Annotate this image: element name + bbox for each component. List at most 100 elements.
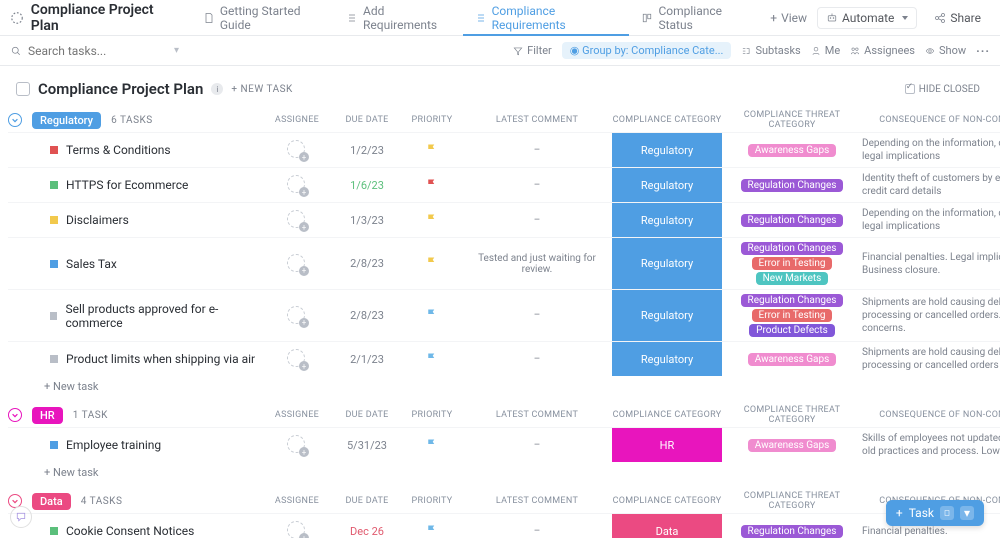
task-row[interactable]: Product limits when shipping via air+2/1… — [8, 341, 1000, 376]
threat-cell[interactable]: Regulation Changes — [722, 175, 862, 196]
threat-cell[interactable]: Regulation Changes — [722, 210, 862, 231]
status-square[interactable] — [50, 260, 58, 268]
tab-getting-started-guide[interactable]: Getting Started Guide — [191, 0, 334, 35]
threat-cell[interactable]: Awareness Gaps — [722, 140, 862, 161]
col-header[interactable]: COMPLIANCE CATEGORY — [612, 410, 722, 420]
col-header[interactable]: CONSEQUENCE OF NON-COMPLIANCE — [862, 115, 1000, 125]
assignee-add[interactable]: + — [287, 254, 307, 274]
share-button[interactable]: Share — [925, 7, 990, 29]
task-row[interactable]: HTTPS for Ecommerce+1/6/23–RegulatoryReg… — [8, 167, 1000, 202]
threat-cell[interactable]: Awareness Gaps — [722, 349, 862, 370]
task-row[interactable]: Terms & Conditions+1/2/23–RegulatoryAwar… — [8, 132, 1000, 167]
new-task-row[interactable]: + New task — [8, 462, 1000, 483]
subtasks-button[interactable]: Subtasks — [741, 44, 800, 57]
help-chat-button[interactable] — [10, 506, 32, 528]
priority-flag[interactable] — [402, 308, 462, 323]
collapse-icon[interactable] — [8, 113, 22, 127]
show-button[interactable]: Show — [925, 44, 966, 57]
add-view-button[interactable]: + View — [760, 11, 817, 25]
info-icon[interactable]: i — [211, 83, 223, 95]
assignees-button[interactable]: Assignees — [850, 44, 915, 57]
col-header[interactable]: ASSIGNEE — [262, 496, 332, 506]
group-pill[interactable]: Data — [32, 493, 71, 510]
due-date[interactable]: 2/8/23 — [332, 257, 402, 270]
assignee-add[interactable]: + — [287, 349, 307, 369]
threat-cell[interactable]: Regulation Changes — [722, 521, 862, 538]
threat-cell[interactable]: Regulation ChangesError in TestingProduc… — [722, 290, 862, 341]
groupby-button[interactable]: ◉ Group by: Compliance Cate... — [562, 42, 732, 59]
tab-compliance-status[interactable]: Compliance Status — [629, 0, 760, 35]
assignee-add[interactable]: + — [287, 210, 307, 230]
task-row[interactable]: Sales Tax+2/8/23Tested and just waiting … — [8, 237, 1000, 289]
col-header[interactable]: COMPLIANCE THREAT CATEGORY — [722, 405, 862, 425]
threat-cell[interactable]: Awareness Gaps — [722, 435, 862, 456]
threat-cell[interactable]: Regulation ChangesError in TestingNew Ma… — [722, 238, 862, 289]
chevron-down-icon[interactable]: ▾ — [174, 45, 179, 56]
chevron-down-icon[interactable]: ▾ — [960, 506, 974, 520]
tab-add-requirements[interactable]: Add Requirements — [334, 0, 463, 35]
status-square[interactable] — [50, 355, 58, 363]
due-date[interactable]: 1/3/23 — [332, 214, 402, 227]
search-input[interactable] — [28, 44, 208, 58]
due-date[interactable]: 2/1/23 — [332, 353, 402, 366]
new-task-row[interactable]: + New task — [8, 376, 1000, 397]
assignee-add[interactable]: + — [287, 435, 307, 455]
new-task-top[interactable]: + NEW TASK — [231, 84, 292, 95]
assignee-add[interactable]: + — [287, 521, 307, 538]
col-header[interactable]: LATEST COMMENT — [462, 115, 612, 125]
task-row[interactable]: Employee training+5/31/23–HRAwareness Ga… — [8, 427, 1000, 462]
status-square[interactable] — [50, 527, 58, 535]
col-header[interactable]: DUE DATE — [332, 410, 402, 420]
category-badge[interactable]: Regulatory — [612, 203, 722, 237]
tab-compliance-requirements[interactable]: Compliance Requirements — [463, 0, 630, 35]
status-square[interactable] — [50, 146, 58, 154]
category-badge[interactable]: Regulatory — [612, 168, 722, 202]
assignee-add[interactable]: + — [287, 306, 307, 326]
priority-flag[interactable] — [402, 143, 462, 158]
col-header[interactable]: DUE DATE — [332, 496, 402, 506]
col-header[interactable]: CONSEQUENCE OF NON-COMPLIANCE — [862, 410, 1000, 420]
assignee-add[interactable]: + — [287, 140, 307, 160]
due-date[interactable]: 2/8/23 — [332, 309, 402, 322]
col-header[interactable]: PRIORITY — [402, 496, 462, 506]
col-header[interactable]: LATEST COMMENT — [462, 410, 612, 420]
group-pill[interactable]: Regulatory — [32, 112, 101, 129]
more-icon[interactable]: ··· — [976, 44, 990, 58]
priority-flag[interactable] — [402, 256, 462, 271]
category-badge[interactable]: Regulatory — [612, 342, 722, 376]
hide-closed-toggle[interactable]: HIDE CLOSED — [905, 84, 980, 95]
status-square[interactable] — [50, 181, 58, 189]
status-square[interactable] — [50, 441, 58, 449]
collapse-icon[interactable] — [8, 408, 22, 422]
assignee-add[interactable]: + — [287, 175, 307, 195]
task-row[interactable]: Sell products approved for e-commerce+2/… — [8, 289, 1000, 341]
col-header[interactable]: ASSIGNEE — [262, 115, 332, 125]
task-row[interactable]: Disclaimers+1/3/23–RegulatoryRegulation … — [8, 202, 1000, 237]
col-header[interactable]: PRIORITY — [402, 115, 462, 125]
category-badge[interactable]: Regulatory — [612, 238, 722, 289]
category-badge[interactable]: Data — [612, 514, 722, 538]
col-header[interactable]: COMPLIANCE CATEGORY — [612, 115, 722, 125]
col-header[interactable]: COMPLIANCE THREAT CATEGORY — [722, 491, 862, 511]
priority-flag[interactable] — [402, 352, 462, 367]
col-header[interactable]: COMPLIANCE CATEGORY — [612, 496, 722, 506]
status-square[interactable] — [50, 312, 57, 320]
priority-flag[interactable] — [402, 524, 462, 538]
category-badge[interactable]: Regulatory — [612, 133, 722, 167]
priority-flag[interactable] — [402, 438, 462, 453]
due-date[interactable]: Dec 26 — [332, 525, 402, 538]
me-button[interactable]: Me — [811, 44, 840, 57]
col-header[interactable]: ASSIGNEE — [262, 410, 332, 420]
priority-flag[interactable] — [402, 178, 462, 193]
due-date[interactable]: 5/31/23 — [332, 439, 402, 452]
category-badge[interactable]: Regulatory — [612, 290, 722, 341]
automate-button[interactable]: Automate — [817, 7, 917, 29]
new-task-float-button[interactable]: + Task ▾ — [886, 500, 984, 526]
category-badge[interactable]: HR — [612, 428, 722, 462]
status-square[interactable] — [50, 216, 58, 224]
col-header[interactable]: DUE DATE — [332, 115, 402, 125]
due-date[interactable]: 1/6/23 — [332, 179, 402, 192]
priority-flag[interactable] — [402, 213, 462, 228]
filter-button[interactable]: Filter — [513, 44, 552, 57]
due-date[interactable]: 1/2/23 — [332, 144, 402, 157]
